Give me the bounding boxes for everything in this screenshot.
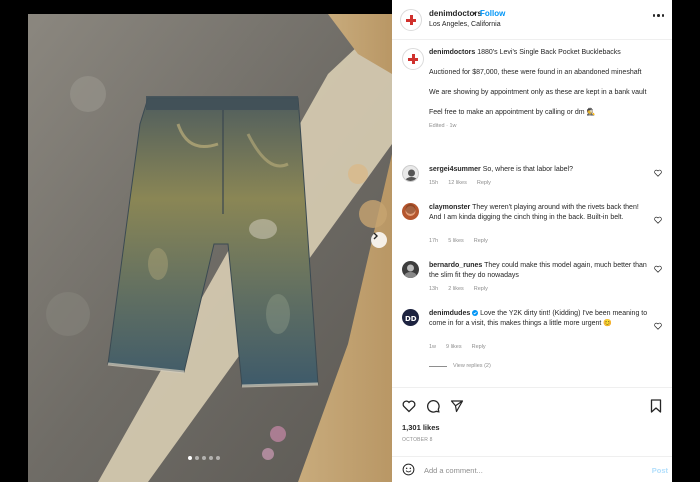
svg-text:DD: DD [405,315,417,323]
comment-username[interactable]: denimdudes [429,310,470,317]
reply-button[interactable]: Reply [472,344,486,350]
comment-age: 17h [429,238,439,244]
post-image[interactable] [28,14,392,482]
location-link[interactable]: Los Angeles, California [429,21,501,28]
reply-button[interactable]: Reply [477,180,491,186]
comment-likes[interactable]: 9 likes [446,344,462,350]
heart-icon[interactable] [654,169,662,177]
backdrop[interactable] [672,0,700,482]
comment-body: claymonster They weren't playing around … [429,203,651,223]
comment-age: 1w [429,344,437,350]
caption-title: 1880's Levi's Single Back Pocket Buckleb… [477,49,621,56]
reply-button[interactable]: Reply [474,286,488,292]
denimdudes-logo-icon: DD [405,315,417,323]
comment-text: So, where is that labor label? [482,166,573,173]
jeans-photo [28,14,392,482]
red-cross-logo-icon [408,54,418,64]
avatar[interactable] [402,261,419,278]
comment-body: sergei4summer So, where is that labor la… [429,165,651,175]
avatar[interactable] [402,48,424,70]
reply-line [429,365,447,367]
post-date: OCTOBER 8 [402,437,433,443]
avatar[interactable] [400,9,422,31]
user-avatar-icon [405,169,418,181]
chevron-right-icon [373,232,378,240]
comment-meta: 17h 5 likes Reply [429,238,488,244]
comment-meta: 1w 9 likes Reply [429,344,486,350]
reply-button[interactable]: Reply [474,238,488,244]
comment-icon[interactable] [426,399,440,413]
caption-paragraph: Auctioned for $87,000, these were found … [429,69,642,76]
caption-paragraph: Feel free to make an appointment by call… [429,109,585,116]
verified-badge-icon [472,310,479,316]
comment-likes[interactable]: 2 likes [448,286,464,292]
comments-section[interactable]: denimdoctors 1880's Levi's Single Back P… [392,40,672,384]
comment-username[interactable]: bernardo_runes [429,262,482,269]
carousel-dots [188,456,220,460]
follow-button[interactable]: Follow [480,9,505,18]
bookmark-icon[interactable] [650,399,662,413]
detective-emoji: 🕵 [586,109,596,116]
avatar[interactable] [402,203,419,220]
view-replies-label: View replies (2) [453,363,491,369]
heart-icon[interactable] [654,265,662,273]
avatar[interactable] [402,165,419,182]
smile-emoji: 😊 [603,320,613,327]
comment-username[interactable]: claymonster [429,204,470,211]
user-avatar-icon [405,204,416,216]
comment-meta: 15h 12 likes Reply [429,180,491,186]
comment-meta: 13h 2 likes Reply [429,286,488,292]
action-icons [402,399,464,413]
caption-username[interactable]: denimdoctors [429,49,475,56]
post-button[interactable]: Post [652,466,668,475]
caption-meta: Edited · 1w [429,123,457,129]
more-horizontal-icon[interactable] [652,14,664,17]
comment-likes[interactable]: 12 likes [448,180,467,186]
avatar[interactable]: DD [402,309,419,326]
comment-age: 13h [429,286,439,292]
red-cross-logo-icon [406,15,416,25]
post-details-panel: denimdoctors • Follow Los Angeles, Calif… [392,0,672,482]
post-header: denimdoctors • Follow Los Angeles, Calif… [392,0,672,40]
next-image-button[interactable] [371,232,387,248]
comment-body: bernardo_runes They could make this mode… [429,261,651,281]
likes-count[interactable]: 1,301 likes [402,423,440,432]
separator-dot: • [473,9,476,18]
share-icon[interactable] [450,399,464,413]
comment-age: 15h [429,180,439,186]
comment-username[interactable]: sergei4summer [429,166,481,173]
view-replies-button[interactable]: View replies (2) [429,363,491,369]
add-comment-input[interactable]: Add a comment... [424,466,483,475]
emoji-icon[interactable] [402,463,415,476]
post-actions: 1,301 likes OCTOBER 8 Add a comment... P… [392,387,672,477]
comment-body: denimdudes Love the Y2K dirty tint! (Kid… [429,309,651,329]
heart-icon[interactable] [402,399,416,413]
heart-icon[interactable] [654,322,662,330]
comment-likes[interactable]: 5 likes [448,238,464,244]
caption-text: denimdoctors 1880's Levi's Single Back P… [429,48,667,131]
heart-icon[interactable] [654,216,662,224]
user-avatar-icon [404,264,417,278]
caption-paragraph: We are showing by appointment only as th… [429,89,647,96]
add-comment-bar: Add a comment... Post [392,456,672,482]
